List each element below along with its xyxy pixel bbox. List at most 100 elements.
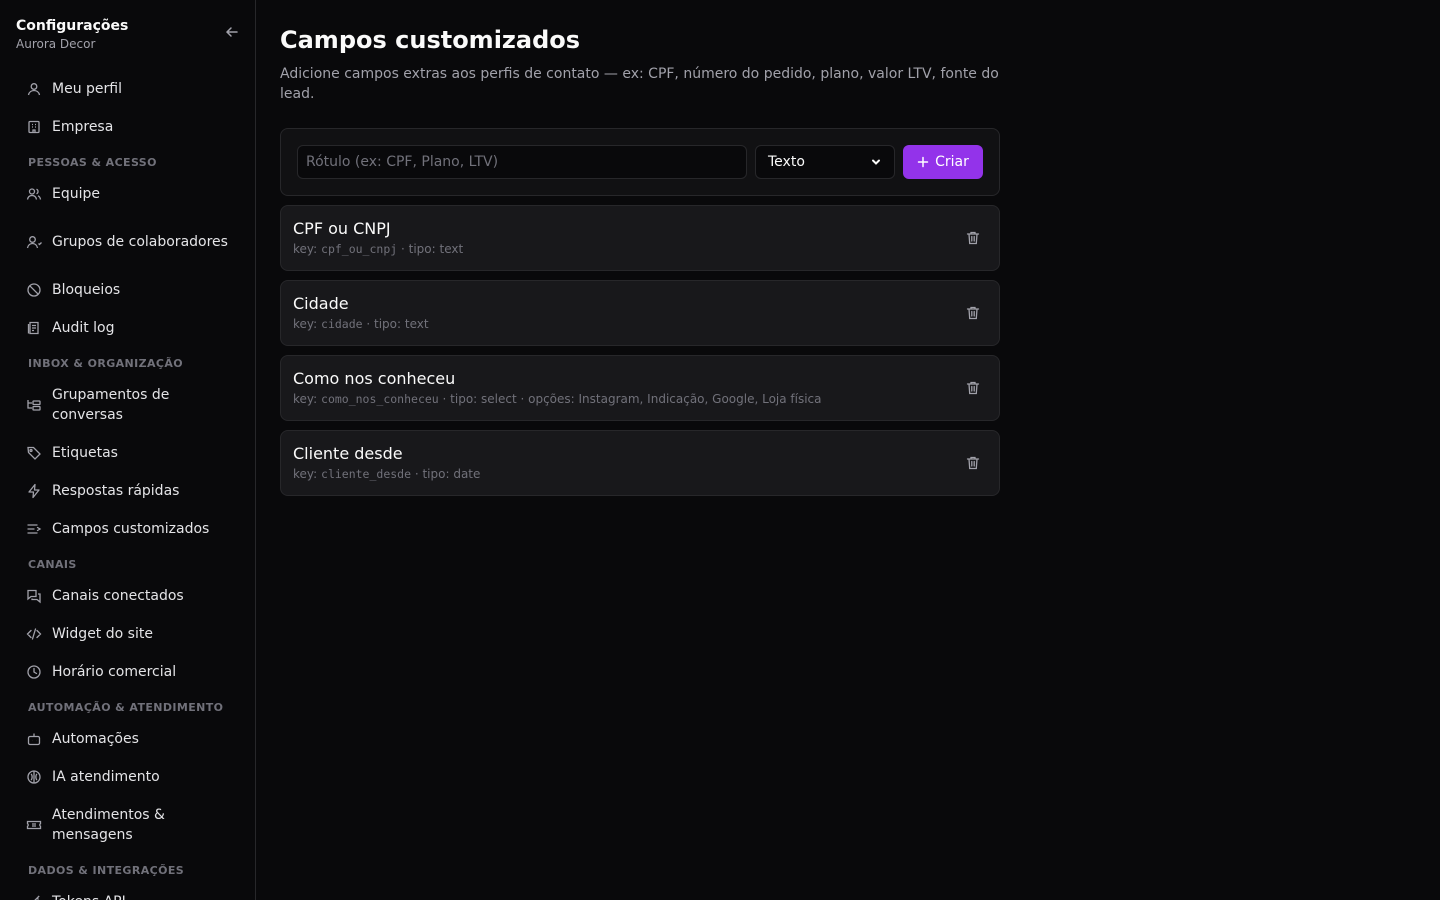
create-button[interactable]: Criar: [903, 145, 983, 179]
user-icon: [27, 83, 41, 96]
field-meta: key: cidade · tipo: text: [293, 315, 987, 333]
field-card: Cidade key: cidade · tipo: text: [280, 280, 1000, 346]
field-details: · tipo: text: [362, 317, 429, 331]
field-card: Como nos conheceu key: como_nos_conheceu…: [280, 355, 1000, 421]
sidebar-item-tokens-api[interactable]: Tokens API: [16, 883, 240, 900]
sidebar-item-label: Empresa: [52, 119, 114, 135]
sidebar-item-bloqueios[interactable]: Bloqueios: [16, 271, 240, 309]
section-title: CANAIS: [28, 558, 77, 571]
field-name: Como nos conheceu: [293, 369, 456, 388]
zap-icon: [28, 483, 40, 499]
sidebar-item-automacoes[interactable]: Automações: [16, 720, 240, 758]
users-icon: [26, 188, 42, 200]
sidebar-item-etiquetas[interactable]: Etiquetas: [16, 434, 240, 472]
key-label: key:: [293, 392, 318, 406]
sidebar-item-label: Meu perfil: [52, 81, 122, 97]
sidebar-item-widget[interactable]: Widget do site: [16, 615, 240, 653]
section-title: DADOS & INTEGRAÇÕES: [28, 864, 185, 877]
key-label: key:: [293, 242, 318, 256]
sidebar-item-label: Grupamentos de conversas: [52, 387, 170, 423]
field-details: · tipo: text: [397, 242, 464, 256]
messages-icon: [27, 589, 41, 604]
sidebar-title: Configurações: [16, 18, 129, 34]
page-description: Adicione campos extras aos perfis de con…: [280, 66, 999, 102]
trash-icon[interactable]: [965, 305, 981, 321]
sidebar-item-label: Horário comercial: [52, 664, 177, 680]
trash-icon[interactable]: [965, 380, 981, 396]
field-key: cpf_ou_cnpj: [321, 242, 398, 256]
create-button-label: Criar: [935, 154, 969, 170]
sidebar-item-label: Tokens API: [52, 892, 126, 900]
field-key: cliente_desde: [321, 467, 412, 481]
folder-tree-icon: [27, 400, 41, 411]
main-content: Campos customizados Adicione campos extr…: [280, 24, 1000, 496]
sidebar: Configurações Aurora Decor Meu perfil Em…: [0, 0, 256, 900]
field-name: CPF ou CNPJ: [293, 219, 391, 238]
section-title: AUTOMAÇÃO & ATENDIMENTO: [28, 701, 224, 714]
sidebar-item-label: Equipe: [52, 186, 100, 202]
sidebar-item-grupos[interactable]: Grupos de colaboradores: [16, 213, 240, 271]
field-key: como_nos_conheceu: [321, 392, 439, 406]
sidebar-item-ia[interactable]: IA atendimento: [16, 758, 240, 796]
field-name: Cliente desde: [293, 444, 403, 463]
text-list-icon: [27, 524, 42, 534]
trash-icon[interactable]: [965, 455, 981, 471]
clock-icon: [27, 665, 41, 679]
tag-icon: [27, 446, 41, 460]
trash-icon[interactable]: [965, 230, 981, 246]
ticket-icon: [26, 820, 42, 830]
section-title: INBOX & ORGANIZAÇÃO: [28, 357, 184, 370]
sidebar-item-label: Automações: [52, 731, 139, 747]
sidebar-item-label: Respostas rápidas: [52, 483, 180, 499]
field-card: CPF ou CNPJ key: cpf_ou_cnpj · tipo: tex…: [280, 205, 1000, 271]
ban-icon: [27, 283, 41, 297]
sidebar-nav: Meu perfil Empresa PESSOAS & ACESSO Equi…: [16, 70, 240, 900]
field-details: · tipo: select · opções: Instagram, Indi…: [438, 392, 822, 406]
label-input[interactable]: [297, 145, 747, 179]
sidebar-item-respostas-rapidas[interactable]: Respostas rápidas: [16, 472, 240, 510]
company-name: Aurora Decor: [16, 37, 96, 51]
key-icon: [34, 895, 40, 900]
sidebar-header: Configurações Aurora Decor: [16, 16, 240, 56]
field-meta: key: como_nos_conheceu · tipo: select · …: [293, 390, 987, 408]
building-icon: [28, 120, 40, 134]
sidebar-item-grupamentos[interactable]: Grupamentos de conversas: [16, 376, 240, 434]
sidebar-item-meu-perfil[interactable]: Meu perfil: [16, 70, 240, 108]
sidebar-item-label: Etiquetas: [52, 445, 118, 461]
sidebar-item-label: Audit log: [52, 320, 115, 336]
collapse-sidebar-icon[interactable]: [224, 24, 240, 40]
sidebar-item-label: Grupos de colaboradores: [52, 234, 228, 250]
sidebar-item-horario[interactable]: Horário comercial: [16, 653, 240, 691]
sidebar-item-campos-customizados[interactable]: Campos customizados: [16, 510, 240, 548]
field-card: Cliente desde key: cliente_desde · tipo:…: [280, 430, 1000, 496]
key-label: key:: [293, 317, 318, 331]
section-title: PESSOAS & ACESSO: [28, 156, 157, 169]
field-meta: key: cpf_ou_cnpj · tipo: text: [293, 240, 987, 258]
sidebar-item-audit-log[interactable]: Audit log: [16, 309, 240, 347]
bot-icon: [27, 733, 41, 746]
sidebar-item-label: Widget do site: [52, 626, 153, 642]
chevron-down-icon: [872, 159, 880, 165]
field-details: · tipo: date: [411, 467, 481, 481]
brain-icon: [27, 770, 41, 784]
sidebar-item-label: Campos customizados: [52, 521, 210, 537]
sidebar-item-equipe[interactable]: Equipe: [16, 175, 240, 213]
create-field-form: Texto Criar: [280, 128, 1000, 196]
sidebar-item-label: Bloqueios: [52, 282, 121, 298]
sidebar-item-atendimentos[interactable]: Atendimentos & mensagens: [16, 796, 240, 854]
log-icon: [27, 321, 39, 335]
key-label: key:: [293, 467, 318, 481]
sidebar-item-label: Atendimentos & mensagens: [52, 807, 165, 843]
type-select-value: Texto: [768, 154, 805, 170]
sidebar-item-canais-conectados[interactable]: Canais conectados: [16, 577, 240, 615]
plus-icon: [917, 156, 929, 168]
page-title: Campos customizados: [280, 26, 581, 54]
sidebar-item-label: Canais conectados: [52, 588, 184, 604]
field-key: cidade: [321, 317, 363, 331]
user-group-icon: [26, 236, 42, 249]
sidebar-item-label: IA atendimento: [52, 769, 160, 785]
type-select[interactable]: Texto: [755, 145, 895, 179]
sidebar-item-empresa[interactable]: Empresa: [16, 108, 240, 146]
field-name: Cidade: [293, 294, 349, 313]
code-icon: [26, 628, 42, 640]
